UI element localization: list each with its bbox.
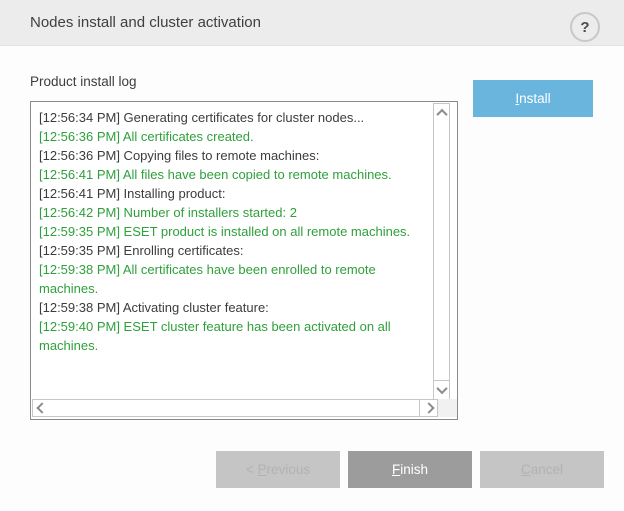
- product-install-log: [12:56:34 PM] Generating certificates fo…: [30, 101, 458, 420]
- log-entry: [12:59:35 PM] ESET product is installed …: [39, 222, 424, 241]
- log-label: Product install log: [30, 74, 137, 89]
- log-entry: [12:56:42 PM] Number of installers start…: [39, 203, 424, 222]
- log-entry: [12:56:36 PM] All certificates created.: [39, 127, 424, 146]
- dialog-header: Nodes install and cluster activation ?: [0, 0, 624, 46]
- vertical-scrollbar[interactable]: [433, 103, 450, 400]
- log-entry: [12:59:40 PM] ESET cluster feature has b…: [39, 317, 424, 355]
- chevron-down-icon: [436, 383, 447, 394]
- previous-button[interactable]: < Previous: [216, 451, 340, 488]
- scroll-up-button[interactable]: [433, 103, 450, 123]
- wizard-footer: < Previous Finish Cancel: [216, 451, 604, 488]
- chevron-up-icon: [436, 109, 447, 120]
- log-entries: [12:56:34 PM] Generating certificates fo…: [31, 102, 426, 398]
- log-entry: [12:59:38 PM] Activating cluster feature…: [39, 298, 424, 317]
- scroll-right-button[interactable]: [419, 399, 438, 417]
- chevron-right-icon: [423, 402, 434, 413]
- log-entry: [12:56:34 PM] Generating certificates fo…: [39, 108, 424, 127]
- log-entry: [12:59:35 PM] Enrolling certificates:: [39, 241, 424, 260]
- question-mark-icon: ?: [580, 19, 589, 36]
- finish-button[interactable]: Finish: [348, 451, 472, 488]
- finish-button-label: Finish: [392, 462, 428, 477]
- log-entry: [12:56:41 PM] Installing product:: [39, 184, 424, 203]
- horizontal-scroll-track[interactable]: [50, 399, 420, 417]
- log-entry: [12:56:36 PM] Copying files to remote ma…: [39, 146, 424, 165]
- page-title: Nodes install and cluster activation: [30, 0, 261, 45]
- install-button-label: Install: [515, 91, 550, 106]
- scrollbar-corner: [438, 399, 457, 417]
- scroll-down-button[interactable]: [433, 380, 450, 400]
- cancel-button[interactable]: Cancel: [480, 451, 604, 488]
- wizard-dialog: Nodes install and cluster activation ? P…: [0, 0, 624, 511]
- previous-button-label: < Previous: [246, 462, 310, 477]
- cancel-button-label: Cancel: [521, 462, 563, 477]
- horizontal-scrollbar[interactable]: [32, 399, 438, 417]
- vertical-scroll-track[interactable]: [433, 122, 450, 381]
- log-entry: [12:59:38 PM] All certificates have been…: [39, 260, 424, 298]
- scroll-left-button[interactable]: [32, 399, 51, 417]
- chevron-left-icon: [36, 402, 47, 413]
- log-entry: [12:56:41 PM] All files have been copied…: [39, 165, 424, 184]
- install-button[interactable]: Install: [473, 80, 593, 117]
- help-button[interactable]: ?: [570, 12, 600, 42]
